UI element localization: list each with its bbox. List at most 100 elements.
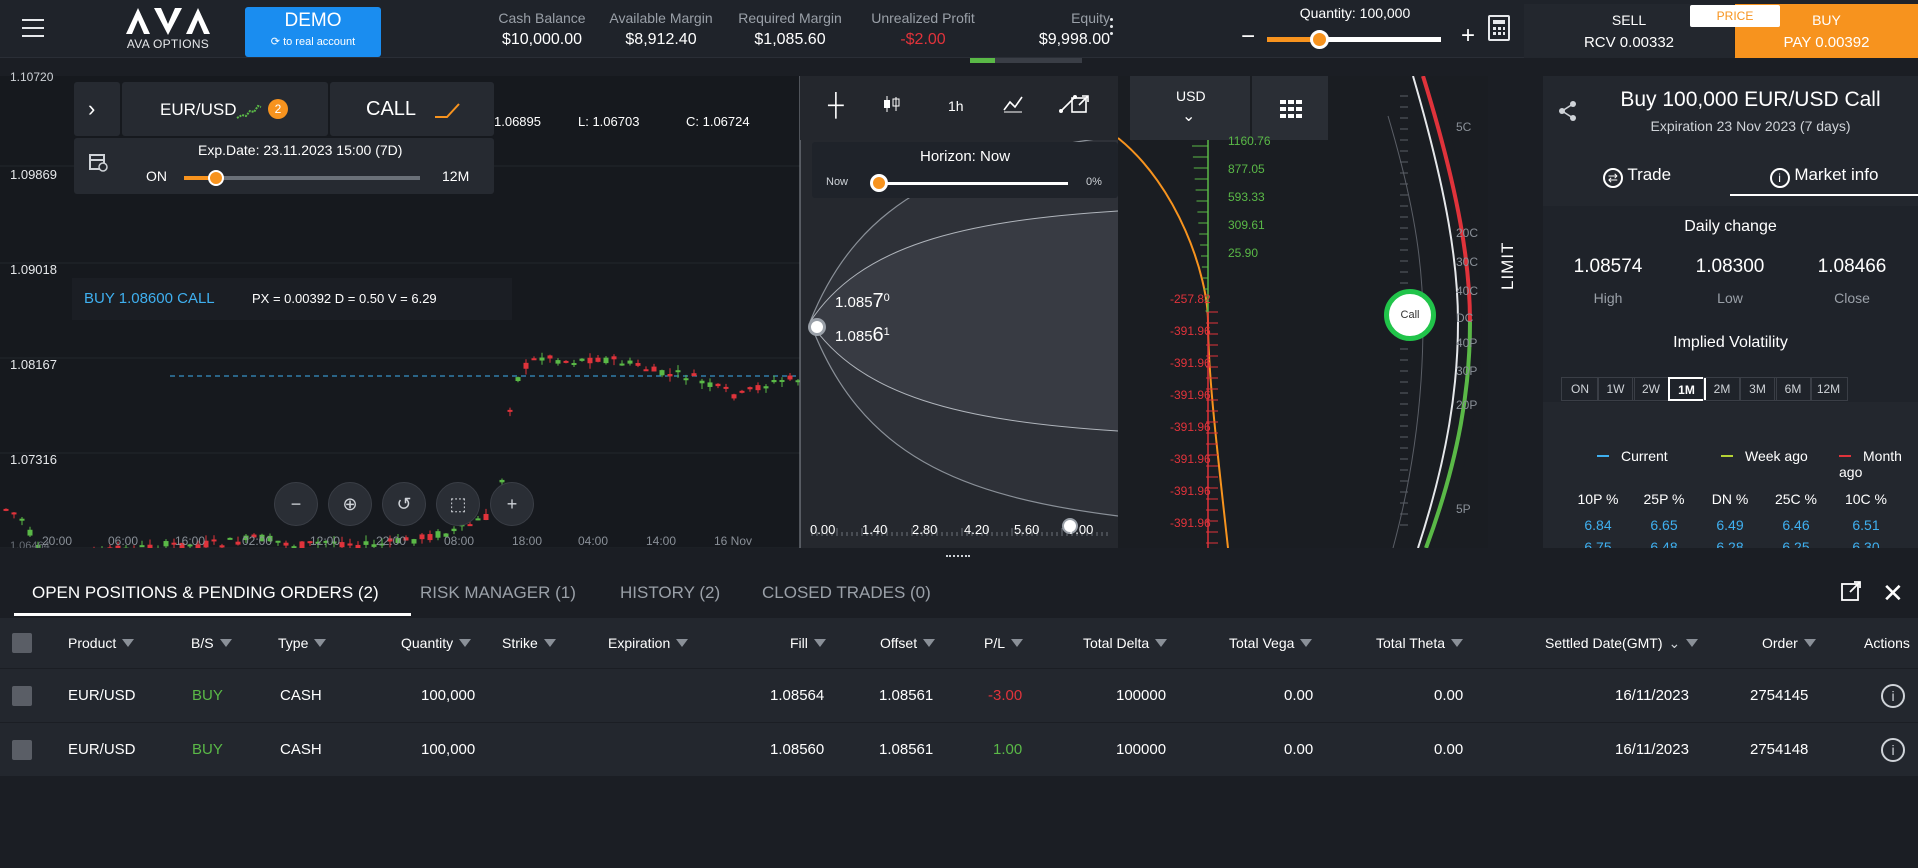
- col-bs[interactable]: B/S: [191, 635, 232, 651]
- col-order[interactable]: Order: [1762, 635, 1816, 651]
- table-row[interactable]: EUR/USD BUY CASH 100,000 1.08564 1.08561…: [0, 668, 1918, 722]
- crosshair-icon[interactable]: ┼: [828, 92, 844, 118]
- row-info-icon[interactable]: i: [1881, 684, 1905, 708]
- trade-title: Buy 100,000 EUR/USD Call: [1620, 88, 1881, 111]
- table-row[interactable]: EUR/USD BUY CASH 100,000 1.08560 1.08561…: [0, 722, 1918, 776]
- demo-button[interactable]: DEMO ⟳ to real account: [245, 7, 381, 57]
- share-icon[interactable]: [1557, 100, 1579, 127]
- col-total-delta[interactable]: Total Delta: [1083, 635, 1168, 651]
- crosshair-zoom-button[interactable]: ⊕: [328, 482, 372, 526]
- sort-chevron-icon[interactable]: ⌄: [1668, 635, 1680, 651]
- calculator-icon[interactable]: [1488, 15, 1510, 41]
- filter-icon[interactable]: [923, 639, 936, 647]
- filter-icon[interactable]: [122, 639, 135, 647]
- filter-icon[interactable]: [1155, 639, 1168, 647]
- menu-icon[interactable]: [22, 19, 44, 37]
- indicator-icon[interactable]: [1002, 94, 1024, 117]
- col-type[interactable]: Type: [278, 635, 327, 651]
- ava-logo[interactable]: AVA OPTIONS: [118, 6, 218, 52]
- cell-bs: BUY: [192, 687, 223, 704]
- tab-closed-trades[interactable]: CLOSED TRADES (0): [762, 583, 931, 603]
- col-strike[interactable]: Strike: [502, 635, 556, 651]
- timeframe-button[interactable]: 1h: [948, 98, 964, 114]
- cell-pl: -3.00: [988, 687, 1023, 704]
- filter-icon[interactable]: [314, 639, 327, 647]
- tab-open-positions[interactable]: OPEN POSITIONS & PENDING ORDERS (2): [32, 583, 379, 603]
- open-external-icon[interactable]: [1070, 94, 1090, 119]
- legend-week-ago: Week ago: [1721, 448, 1808, 464]
- reset-zoom-button[interactable]: ↺: [382, 482, 426, 526]
- more-icon[interactable]: [1110, 18, 1114, 38]
- iv-period-on[interactable]: ON: [1561, 377, 1599, 401]
- quantity-plus-button[interactable]: +: [1461, 22, 1475, 50]
- quantity-slider-knob[interactable]: [1310, 30, 1330, 49]
- legend-swatch: [1721, 455, 1733, 457]
- horizon-slider[interactable]: [878, 182, 1068, 185]
- iv-period-6m[interactable]: 6M: [1774, 377, 1812, 401]
- iv-period-1m[interactable]: 1M: [1667, 377, 1706, 401]
- resize-handle[interactable]: [0, 548, 1918, 566]
- iv-period-12m[interactable]: 12M: [1809, 377, 1848, 401]
- horizon-slider-knob[interactable]: [870, 174, 888, 192]
- row-info-icon[interactable]: i: [1881, 738, 1905, 762]
- candles-icon[interactable]: [882, 94, 902, 117]
- expand-panel-button[interactable]: ›: [74, 82, 120, 136]
- tab-history[interactable]: HISTORY (2): [620, 583, 720, 603]
- col-quantity[interactable]: Quantity: [401, 635, 472, 651]
- area-zoom-button[interactable]: ⬚: [436, 482, 480, 526]
- filter-icon[interactable]: [1300, 639, 1313, 647]
- ladder-pnl-positive: 1160.76: [1228, 134, 1271, 148]
- filter-icon[interactable]: [676, 639, 689, 647]
- select-all-checkbox[interactable]: [12, 633, 32, 653]
- x-tick: 02:00: [242, 534, 273, 548]
- filter-icon[interactable]: [813, 639, 826, 647]
- order-line-label[interactable]: BUY 1.08600 CALL PX = 0.00392 D = 0.50 V…: [72, 278, 512, 320]
- x-tick: 16:00: [175, 534, 206, 548]
- currency-label: USD: [1176, 88, 1206, 104]
- col-total-vega[interactable]: Total Vega: [1229, 635, 1313, 651]
- col-settled-date[interactable]: Settled Date(GMT) ⌄: [1545, 635, 1699, 652]
- grid-view-button[interactable]: [1252, 76, 1328, 140]
- option-type-selector[interactable]: CALL: [330, 82, 494, 136]
- sparkline-icon: [236, 104, 262, 119]
- col-product[interactable]: Product: [68, 635, 135, 651]
- zoom-in-button[interactable]: +: [490, 482, 534, 526]
- filter-icon[interactable]: [543, 639, 556, 647]
- tab-trade[interactable]: ⇄ Trade: [1543, 156, 1731, 196]
- iv-period-2w[interactable]: 2W: [1632, 377, 1670, 401]
- active-tab-indicator: [14, 613, 411, 616]
- filter-icon[interactable]: [459, 639, 472, 647]
- col-offset[interactable]: Offset: [880, 635, 936, 651]
- strike-label: DC: [1456, 311, 1474, 325]
- tab-risk-manager[interactable]: RISK MANAGER (1): [420, 583, 576, 603]
- currency-selector[interactable]: USD ⌄: [1130, 76, 1250, 140]
- col-fill[interactable]: Fill: [790, 635, 826, 651]
- close-icon[interactable]: ✕: [1882, 578, 1904, 609]
- iv-period-2m[interactable]: 2M: [1703, 377, 1741, 401]
- col-total-theta[interactable]: Total Theta: [1376, 635, 1464, 651]
- calendar-icon[interactable]: [88, 152, 108, 177]
- symbol-selector[interactable]: EUR/USD 2: [122, 82, 328, 136]
- ladder-pnl-negative: -391.96: [1170, 420, 1211, 434]
- row-checkbox[interactable]: [12, 686, 32, 706]
- expiration-slider-knob[interactable]: [208, 170, 224, 186]
- row-checkbox[interactable]: [12, 740, 32, 760]
- filter-icon[interactable]: [1451, 639, 1464, 647]
- quantity-minus-button[interactable]: −: [1241, 23, 1255, 51]
- strike-label: 20C: [1456, 226, 1479, 240]
- filter-icon[interactable]: [1011, 639, 1024, 647]
- call-strike-marker[interactable]: Call: [1384, 289, 1436, 341]
- iv-period-1w[interactable]: 1W: [1596, 377, 1635, 401]
- top-bar: AVA OPTIONS DEMO ⟳ to real account Cash …: [0, 0, 1918, 63]
- col-expiration[interactable]: Expiration: [608, 635, 689, 651]
- filter-icon[interactable]: [1803, 639, 1816, 647]
- limit-label[interactable]: LIMIT: [1498, 242, 1518, 290]
- popout-icon[interactable]: [1840, 580, 1862, 607]
- filter-icon[interactable]: [1686, 639, 1699, 647]
- quantity-slider[interactable]: [1267, 37, 1441, 42]
- iv-period-3m[interactable]: 3M: [1738, 377, 1777, 401]
- tab-market-info[interactable]: i Market info: [1730, 156, 1918, 196]
- filter-icon[interactable]: [219, 639, 232, 647]
- col-pl[interactable]: P/L: [984, 635, 1024, 651]
- zoom-out-button[interactable]: −: [274, 482, 318, 526]
